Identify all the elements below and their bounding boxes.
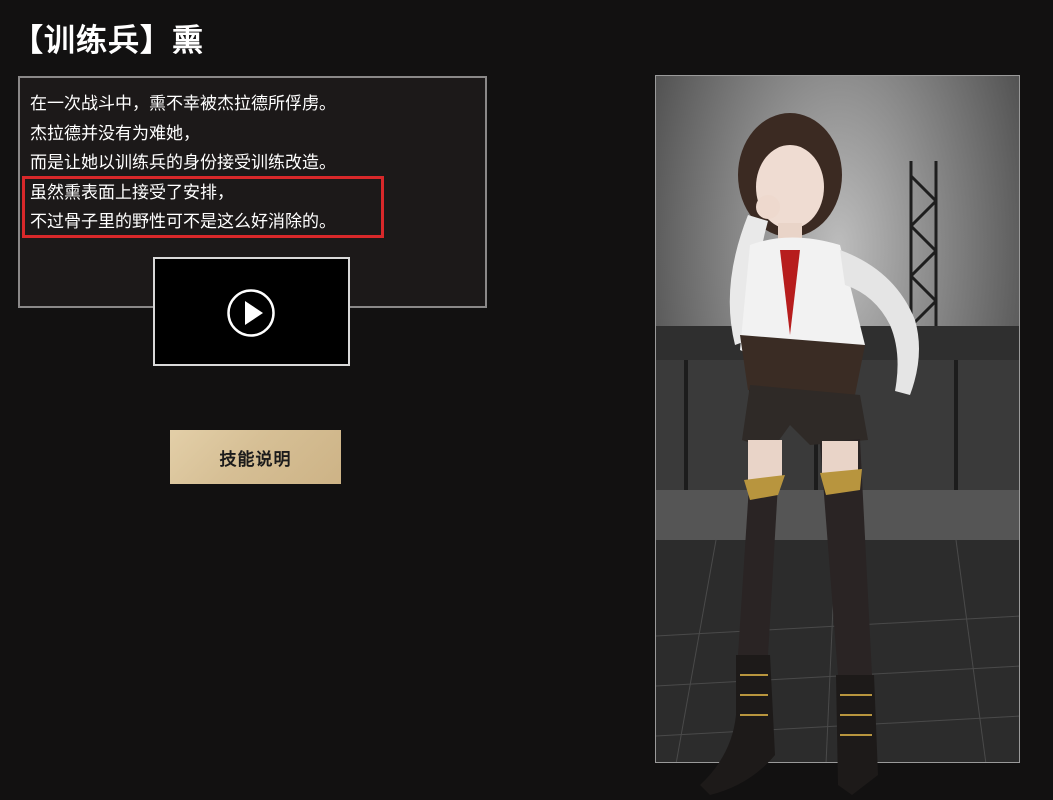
character-figure	[700, 113, 919, 795]
description-line: 虽然熏表面上接受了安排，	[30, 182, 234, 203]
play-icon[interactable]	[226, 288, 276, 338]
description-line: 而是让她以训练兵的身份接受训练改造。	[30, 153, 336, 173]
skill-description-button[interactable]: 技能说明	[170, 430, 341, 484]
description-line: 杰拉德并没有为难她，	[30, 123, 200, 144]
description-line: 在一次战斗中，熏不幸被杰拉德所俘虏。	[30, 94, 336, 114]
page-title: 【训练兵】熏	[12, 23, 204, 59]
video-player[interactable]	[153, 257, 350, 366]
description-line: 不过骨子里的野性可不是这么好消除的。	[30, 212, 336, 232]
description-text: 在一次战斗中，熏不幸被杰拉德所俘虏。 杰拉德并没有为难她， 而是让她以训练兵的身…	[30, 90, 336, 238]
